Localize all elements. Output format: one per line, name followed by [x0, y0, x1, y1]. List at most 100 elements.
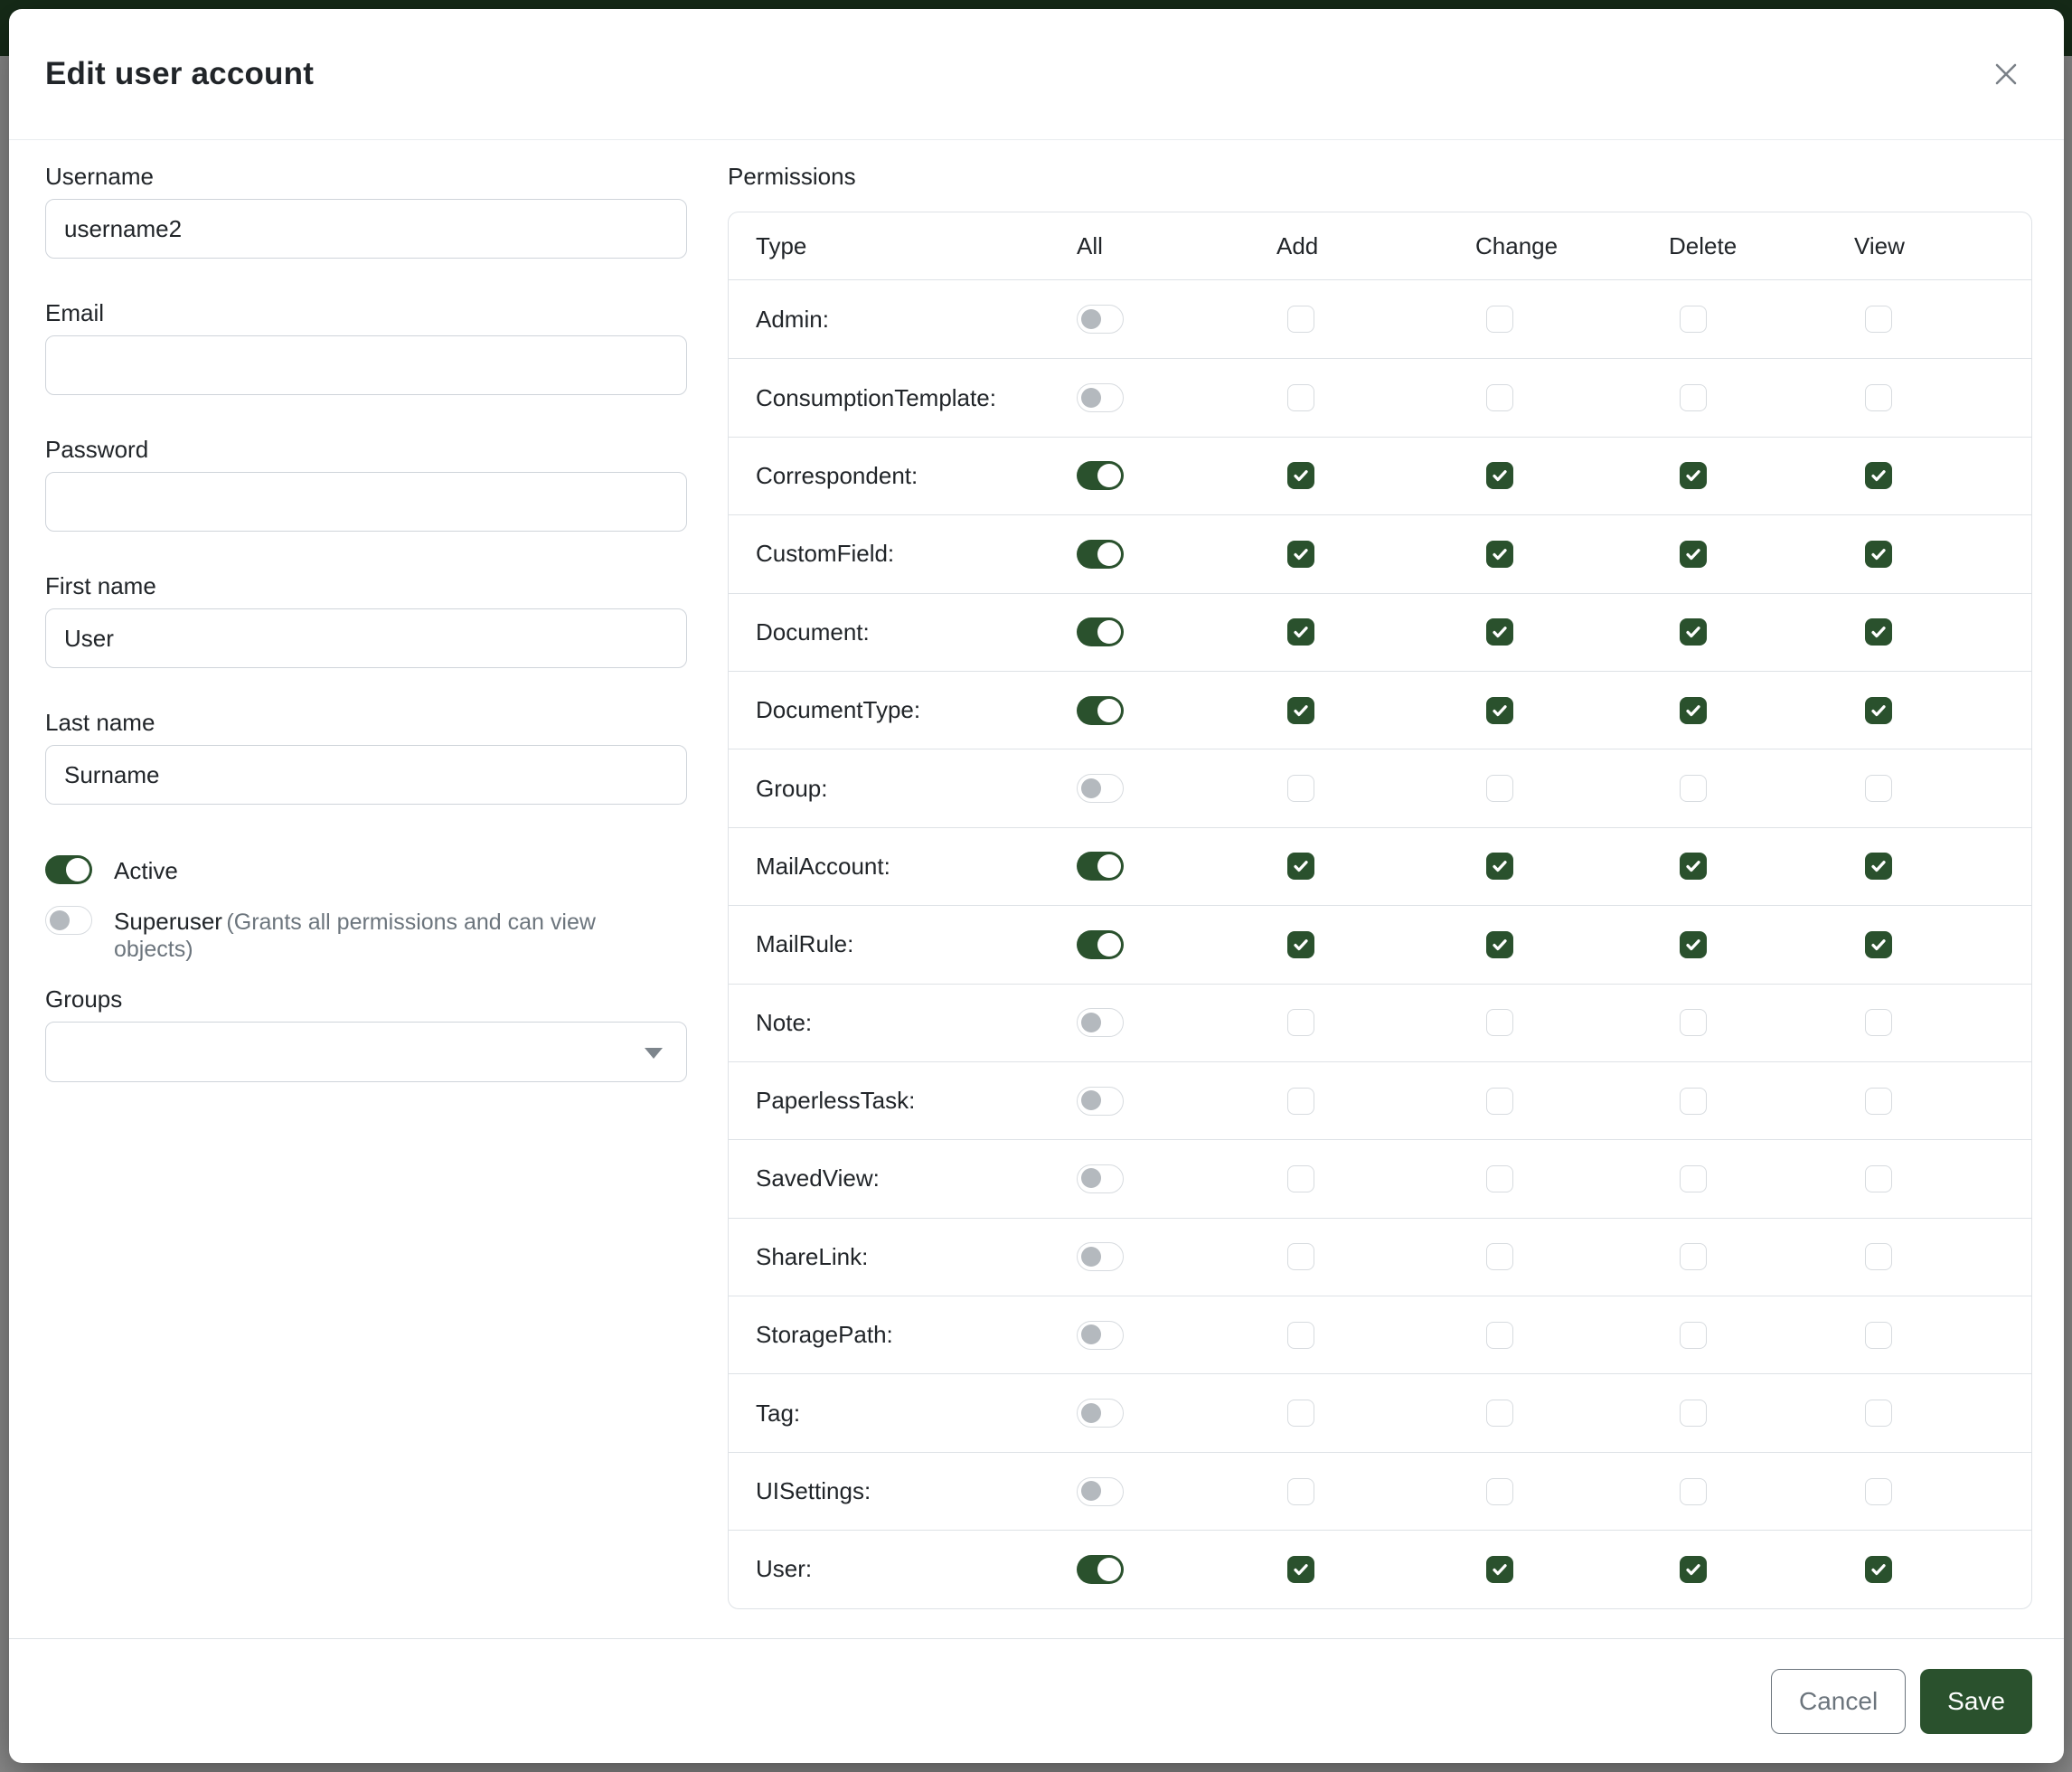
- permission-add-checkbox[interactable]: [1287, 384, 1314, 411]
- email-field-group: Email: [45, 298, 687, 395]
- permission-all-toggle[interactable]: [1077, 852, 1124, 881]
- permission-delete-checkbox[interactable]: [1680, 1400, 1707, 1427]
- permission-change-checkbox[interactable]: [1486, 618, 1513, 646]
- permission-all-toggle[interactable]: [1077, 774, 1124, 803]
- modal-header: Edit user account: [9, 9, 2064, 140]
- close-button[interactable]: [1986, 54, 2026, 94]
- permission-delete-checkbox[interactable]: [1680, 618, 1707, 646]
- permission-all-toggle[interactable]: [1077, 1555, 1124, 1584]
- permission-change-checkbox[interactable]: [1486, 1088, 1513, 1115]
- permission-delete-checkbox[interactable]: [1680, 1556, 1707, 1583]
- permission-all-toggle[interactable]: [1077, 1242, 1124, 1271]
- permission-delete-checkbox[interactable]: [1680, 1009, 1707, 1036]
- permission-all-toggle[interactable]: [1077, 540, 1124, 569]
- permission-delete-checkbox[interactable]: [1680, 1478, 1707, 1505]
- permission-all-toggle[interactable]: [1077, 1087, 1124, 1116]
- permission-view-checkbox[interactable]: [1865, 697, 1892, 724]
- permission-view-checkbox[interactable]: [1865, 618, 1892, 646]
- username-input[interactable]: [45, 199, 687, 259]
- permission-add-checkbox[interactable]: [1287, 931, 1314, 958]
- permission-change-checkbox[interactable]: [1486, 1400, 1513, 1427]
- permission-view-checkbox[interactable]: [1865, 853, 1892, 880]
- permission-delete-checkbox[interactable]: [1680, 1165, 1707, 1192]
- permission-all-toggle[interactable]: [1077, 1477, 1124, 1506]
- last-name-input[interactable]: [45, 745, 687, 805]
- permission-change-checkbox[interactable]: [1486, 384, 1513, 411]
- permission-change-checkbox[interactable]: [1486, 697, 1513, 724]
- permission-change-checkbox[interactable]: [1486, 462, 1513, 489]
- permission-delete-checkbox[interactable]: [1680, 1322, 1707, 1349]
- permission-all-toggle[interactable]: [1077, 383, 1124, 412]
- permission-add-checkbox[interactable]: [1287, 1243, 1314, 1270]
- permission-add-checkbox[interactable]: [1287, 1400, 1314, 1427]
- permission-delete-checkbox[interactable]: [1680, 1088, 1707, 1115]
- password-input[interactable]: [45, 472, 687, 532]
- permission-view-checkbox[interactable]: [1865, 1165, 1892, 1192]
- permission-add-checkbox[interactable]: [1287, 853, 1314, 880]
- permission-delete-checkbox[interactable]: [1680, 462, 1707, 489]
- permission-change-checkbox[interactable]: [1486, 1165, 1513, 1192]
- permission-view-checkbox[interactable]: [1865, 1322, 1892, 1349]
- permission-view-checkbox[interactable]: [1865, 1556, 1892, 1583]
- permission-add-checkbox[interactable]: [1287, 1478, 1314, 1505]
- permission-delete-checkbox[interactable]: [1680, 541, 1707, 568]
- permission-change-checkbox[interactable]: [1486, 775, 1513, 802]
- permission-all-toggle[interactable]: [1077, 617, 1124, 646]
- permission-all-toggle[interactable]: [1077, 1321, 1124, 1350]
- first-name-input[interactable]: [45, 608, 687, 668]
- permission-change-checkbox[interactable]: [1486, 853, 1513, 880]
- groups-select[interactable]: [45, 1022, 687, 1082]
- permission-delete-checkbox[interactable]: [1680, 931, 1707, 958]
- permission-view-checkbox[interactable]: [1865, 1478, 1892, 1505]
- permission-view-checkbox[interactable]: [1865, 1009, 1892, 1036]
- permission-view-checkbox[interactable]: [1865, 306, 1892, 333]
- permission-change-checkbox[interactable]: [1486, 1322, 1513, 1349]
- permission-change-checkbox[interactable]: [1486, 1556, 1513, 1583]
- permission-view-checkbox[interactable]: [1865, 1088, 1892, 1115]
- cancel-button[interactable]: Cancel: [1771, 1669, 1906, 1734]
- permission-add-checkbox[interactable]: [1287, 306, 1314, 333]
- permission-all-toggle[interactable]: [1077, 1399, 1124, 1428]
- permission-add-checkbox[interactable]: [1287, 1165, 1314, 1192]
- check-icon: [1684, 623, 1702, 641]
- permission-view-checkbox[interactable]: [1865, 931, 1892, 958]
- permission-all-toggle[interactable]: [1077, 461, 1124, 490]
- email-input[interactable]: [45, 335, 687, 395]
- permission-add-checkbox[interactable]: [1287, 462, 1314, 489]
- permission-view-checkbox[interactable]: [1865, 541, 1892, 568]
- permission-add-checkbox[interactable]: [1287, 1556, 1314, 1583]
- permission-add-checkbox[interactable]: [1287, 1322, 1314, 1349]
- permission-change-checkbox[interactable]: [1486, 1478, 1513, 1505]
- permission-view-checkbox[interactable]: [1865, 1400, 1892, 1427]
- permission-all-toggle[interactable]: [1077, 305, 1124, 334]
- permission-change-checkbox[interactable]: [1486, 1009, 1513, 1036]
- permission-delete-checkbox[interactable]: [1680, 697, 1707, 724]
- permission-add-checkbox[interactable]: [1287, 775, 1314, 802]
- permission-view-checkbox[interactable]: [1865, 384, 1892, 411]
- permission-all-toggle[interactable]: [1077, 930, 1124, 959]
- permission-view-checkbox[interactable]: [1865, 1243, 1892, 1270]
- permission-all-toggle[interactable]: [1077, 1164, 1124, 1193]
- permission-change-checkbox[interactable]: [1486, 306, 1513, 333]
- permission-change-checkbox[interactable]: [1486, 541, 1513, 568]
- permission-add-checkbox[interactable]: [1287, 541, 1314, 568]
- active-toggle[interactable]: [45, 855, 92, 884]
- permission-all-toggle[interactable]: [1077, 696, 1124, 725]
- permission-delete-checkbox[interactable]: [1680, 775, 1707, 802]
- permission-add-checkbox[interactable]: [1287, 697, 1314, 724]
- permission-add-checkbox[interactable]: [1287, 1088, 1314, 1115]
- save-button[interactable]: Save: [1920, 1669, 2032, 1734]
- permission-change-checkbox[interactable]: [1486, 1243, 1513, 1270]
- permission-delete-checkbox[interactable]: [1680, 853, 1707, 880]
- permission-all-toggle[interactable]: [1077, 1008, 1124, 1037]
- permission-delete-checkbox[interactable]: [1680, 384, 1707, 411]
- permission-change-checkbox[interactable]: [1486, 931, 1513, 958]
- permission-delete-checkbox[interactable]: [1680, 1243, 1707, 1270]
- superuser-toggle[interactable]: [45, 906, 92, 935]
- permission-view-checkbox[interactable]: [1865, 462, 1892, 489]
- permission-add-checkbox[interactable]: [1287, 618, 1314, 646]
- permission-add-checkbox[interactable]: [1287, 1009, 1314, 1036]
- permission-delete-checkbox[interactable]: [1680, 306, 1707, 333]
- permission-view-checkbox[interactable]: [1865, 775, 1892, 802]
- last-name-field-group: Last name: [45, 708, 687, 805]
